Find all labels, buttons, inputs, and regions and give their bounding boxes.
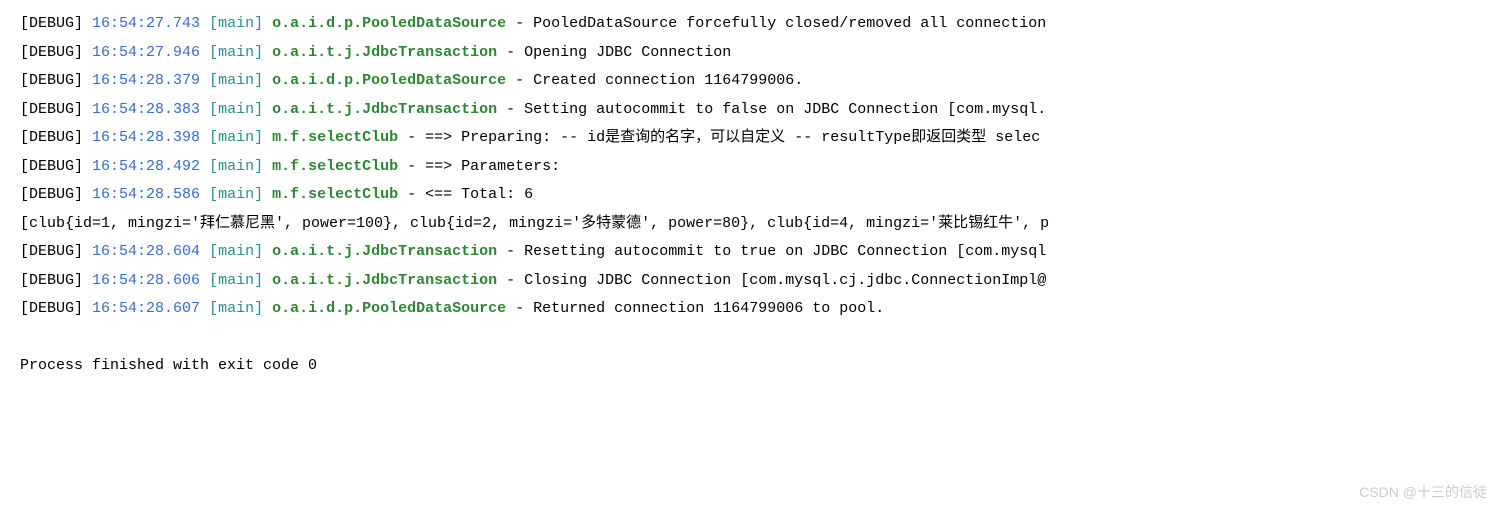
- log-logger: o.a.i.d.p.PooledDataSource: [272, 15, 506, 32]
- log-level: [DEBUG]: [20, 272, 83, 289]
- log-timestamp: 16:54:28.606: [92, 272, 200, 289]
- log-line: [DEBUG] 16:54:27.946 [main] o.a.i.t.j.Jd…: [20, 39, 1482, 68]
- log-logger: o.a.i.t.j.JdbcTransaction: [272, 272, 497, 289]
- log-level: [DEBUG]: [20, 243, 83, 260]
- log-level: [DEBUG]: [20, 15, 83, 32]
- log-message: Created connection 1164799006.: [533, 72, 803, 89]
- log-timestamp: 16:54:28.383: [92, 101, 200, 118]
- log-timestamp: 16:54:27.743: [92, 15, 200, 32]
- log-thread: [main]: [209, 72, 263, 89]
- log-level: [DEBUG]: [20, 101, 83, 118]
- log-line: [DEBUG] 16:54:28.606 [main] o.a.i.t.j.Jd…: [20, 267, 1482, 296]
- log-line: Process finished with exit code 0: [20, 352, 1482, 381]
- log-line: [DEBUG] 16:54:28.604 [main] o.a.i.t.j.Jd…: [20, 238, 1482, 267]
- log-separator: -: [497, 44, 524, 61]
- log-timestamp: 16:54:28.586: [92, 186, 200, 203]
- log-timestamp: 16:54:28.398: [92, 129, 200, 146]
- log-separator: -: [398, 186, 425, 203]
- log-timestamp: 16:54:28.604: [92, 243, 200, 260]
- log-timestamp: 16:54:28.379: [92, 72, 200, 89]
- log-message: Resetting autocommit to true on JDBC Con…: [524, 243, 1046, 260]
- log-message: Returned connection 1164799006 to pool.: [533, 300, 884, 317]
- log-level: [DEBUG]: [20, 72, 83, 89]
- log-separator: -: [497, 272, 524, 289]
- log-line: [DEBUG] 16:54:28.492 [main] m.f.selectCl…: [20, 153, 1482, 182]
- log-level: [DEBUG]: [20, 129, 83, 146]
- log-separator: -: [506, 15, 533, 32]
- log-logger: m.f.selectClub: [272, 186, 398, 203]
- log-separator: -: [398, 129, 425, 146]
- log-logger: o.a.i.t.j.JdbcTransaction: [272, 101, 497, 118]
- log-thread: [main]: [209, 101, 263, 118]
- log-thread: [main]: [209, 15, 263, 32]
- log-logger: m.f.selectClub: [272, 129, 398, 146]
- log-timestamp: 16:54:28.492: [92, 158, 200, 175]
- log-line: [DEBUG] 16:54:28.586 [main] m.f.selectCl…: [20, 181, 1482, 210]
- log-separator: -: [506, 72, 533, 89]
- console-output: [DEBUG] 16:54:27.743 [main] o.a.i.d.p.Po…: [20, 10, 1482, 381]
- log-level: [DEBUG]: [20, 300, 83, 317]
- log-message: Setting autocommit to false on JDBC Conn…: [524, 101, 1046, 118]
- log-thread: [main]: [209, 158, 263, 175]
- log-line: [DEBUG] 16:54:27.743 [main] o.a.i.d.p.Po…: [20, 10, 1482, 39]
- log-message: PooledDataSource forcefully closed/remov…: [533, 15, 1046, 32]
- watermark: CSDN @十三的信徒: [1359, 479, 1487, 506]
- log-message: <== Total: 6: [425, 186, 533, 203]
- log-logger: m.f.selectClub: [272, 158, 398, 175]
- log-message: ==> Parameters:: [425, 158, 560, 175]
- log-line: [club{id=1, mingzi='拜仁慕尼黑', power=100}, …: [20, 210, 1482, 239]
- log-level: [DEBUG]: [20, 44, 83, 61]
- log-logger: o.a.i.t.j.JdbcTransaction: [272, 243, 497, 260]
- log-line: [DEBUG] 16:54:28.383 [main] o.a.i.t.j.Jd…: [20, 96, 1482, 125]
- log-message: ==> Preparing: -- id是查询的名字，可以自定义 -- resu…: [425, 129, 1040, 146]
- log-level: [DEBUG]: [20, 158, 83, 175]
- log-separator: -: [497, 101, 524, 118]
- log-logger: o.a.i.d.p.PooledDataSource: [272, 300, 506, 317]
- log-line: [DEBUG] 16:54:28.398 [main] m.f.selectCl…: [20, 124, 1482, 153]
- log-text: Process finished with exit code 0: [20, 357, 317, 374]
- log-line: [DEBUG] 16:54:28.379 [main] o.a.i.d.p.Po…: [20, 67, 1482, 96]
- log-thread: [main]: [209, 44, 263, 61]
- log-message: Closing JDBC Connection [com.mysql.cj.jd…: [524, 272, 1046, 289]
- log-timestamp: 16:54:28.607: [92, 300, 200, 317]
- log-thread: [main]: [209, 129, 263, 146]
- log-thread: [main]: [209, 243, 263, 260]
- log-timestamp: 16:54:27.946: [92, 44, 200, 61]
- log-message: Opening JDBC Connection: [524, 44, 731, 61]
- log-separator: -: [398, 158, 425, 175]
- log-level: [DEBUG]: [20, 186, 83, 203]
- log-line: [DEBUG] 16:54:28.607 [main] o.a.i.d.p.Po…: [20, 295, 1482, 324]
- log-text: [club{id=1, mingzi='拜仁慕尼黑', power=100}, …: [20, 215, 1049, 232]
- log-thread: [main]: [209, 272, 263, 289]
- log-logger: o.a.i.t.j.JdbcTransaction: [272, 44, 497, 61]
- log-separator: -: [497, 243, 524, 260]
- log-thread: [main]: [209, 300, 263, 317]
- log-line: [20, 324, 1482, 353]
- log-logger: o.a.i.d.p.PooledDataSource: [272, 72, 506, 89]
- log-separator: -: [506, 300, 533, 317]
- log-thread: [main]: [209, 186, 263, 203]
